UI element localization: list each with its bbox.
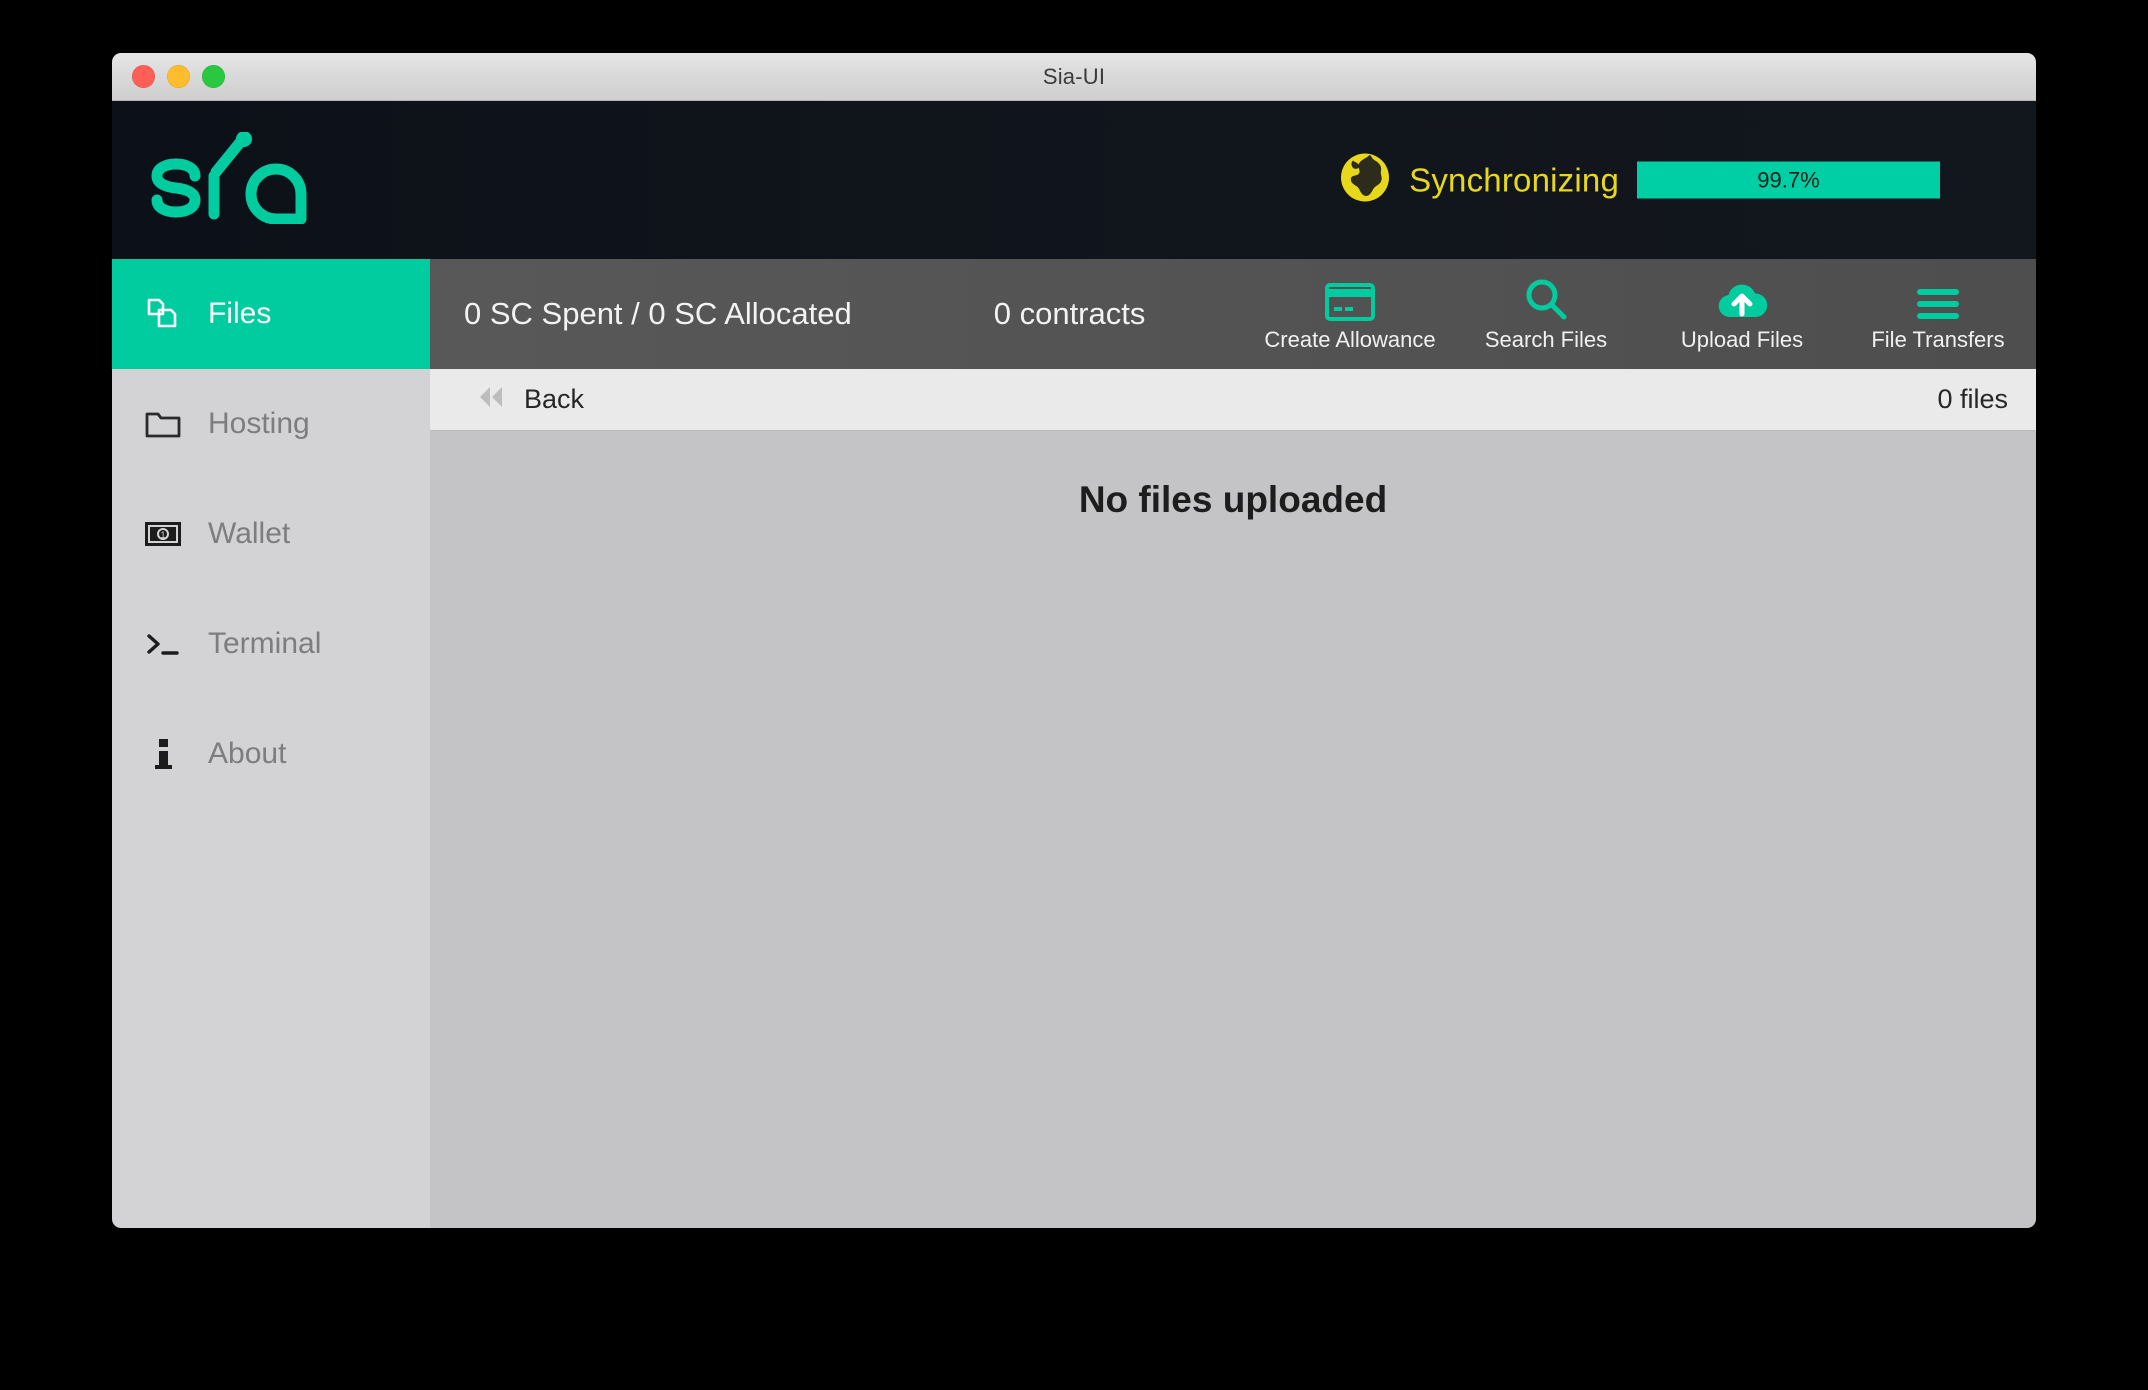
sync-progress-bar: 99.7% (1637, 161, 1940, 199)
prompt-icon (144, 625, 182, 663)
search-icon (1524, 275, 1568, 321)
sync-progress-text: 99.7% (1757, 167, 1820, 192)
credit-card-icon (1325, 275, 1375, 321)
traffic-lights (132, 65, 225, 88)
sync-status: Synchronizing 99.7% (1339, 152, 1940, 209)
files-toolbar: 0 SC Spent / 0 SC Allocated 0 contracts (430, 259, 2036, 369)
sidebar-item-label: Hosting (208, 407, 310, 440)
sidebar: Files Hosting 1 Wallet Terminal About (112, 259, 430, 1228)
sidebar-item-wallet[interactable]: 1 Wallet (112, 479, 430, 589)
sidebar-item-label: Files (208, 297, 272, 330)
toolbar-action-label: Search Files (1484, 327, 1608, 352)
sidebar-item-hosting[interactable]: Hosting (112, 369, 430, 479)
spent-allocated-stat: 0 SC Spent / 0 SC Allocated (464, 296, 852, 331)
upload-files-button[interactable]: Upload Files (1644, 259, 1840, 369)
file-transfers-button[interactable]: File Transfers (1840, 259, 2036, 369)
double-chevron-left-icon (476, 385, 506, 414)
sidebar-item-label: About (208, 737, 287, 770)
sidebar-item-label: Wallet (208, 517, 291, 550)
toolbar-action-label: Create Allowance (1264, 327, 1436, 352)
hamburger-menu-icon (1915, 275, 1961, 321)
breadcrumb-bar: Back 0 files (430, 369, 2036, 431)
globe-icon (1339, 152, 1391, 209)
empty-state-message: No files uploaded (1078, 479, 1388, 520)
cloud-upload-icon (1716, 275, 1768, 321)
content-pane: 0 SC Spent / 0 SC Allocated 0 contracts (430, 259, 2036, 1228)
folder-icon (144, 405, 182, 443)
file-count: 0 files (1937, 384, 2008, 414)
sia-logo (150, 130, 310, 229)
close-button[interactable] (132, 65, 155, 88)
back-button[interactable]: Back (476, 384, 584, 415)
create-allowance-button[interactable]: Create Allowance (1252, 259, 1448, 369)
toolbar-action-label: Upload Files (1680, 327, 1804, 352)
sidebar-item-terminal[interactable]: Terminal (112, 589, 430, 699)
banknote-icon: 1 (144, 515, 182, 553)
info-icon (144, 735, 182, 773)
minimize-button[interactable] (167, 65, 190, 88)
sidebar-item-label: Terminal (208, 627, 322, 660)
file-list-area: No files uploaded (430, 431, 2036, 1228)
svg-text:1: 1 (160, 530, 165, 540)
app-header: Synchronizing 99.7% (112, 101, 2036, 259)
back-label: Back (524, 384, 585, 414)
window-title: Sia-UI (1042, 63, 1106, 89)
zoom-button[interactable] (202, 65, 225, 88)
app-body: Files Hosting 1 Wallet Terminal About 0 … (112, 259, 2036, 1228)
search-files-button[interactable]: Search Files (1448, 259, 1644, 369)
files-icon (144, 295, 182, 333)
sync-label: Synchronizing (1409, 161, 1619, 198)
contracts-stat: 0 contracts (993, 296, 1146, 331)
app-window: Sia-UI Synchronizing 99.7% Files Hosting… (112, 53, 2036, 1228)
sidebar-item-about[interactable]: About (112, 699, 430, 809)
sidebar-item-files[interactable]: Files (112, 259, 430, 369)
toolbar-action-label: File Transfers (1871, 327, 2005, 352)
toolbar-actions: Create Allowance Search Files Upload Fil… (1252, 259, 2036, 369)
titlebar: Sia-UI (112, 53, 2036, 101)
